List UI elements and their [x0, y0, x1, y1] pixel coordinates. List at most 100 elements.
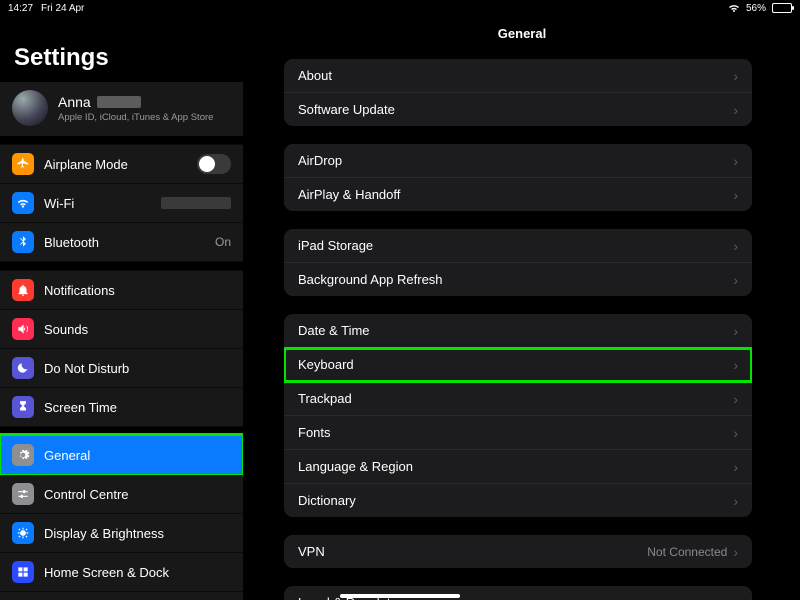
speaker-icon — [12, 318, 34, 340]
row-language[interactable]: Language & Region› — [284, 450, 752, 484]
status-date: Fri 24 Apr — [41, 3, 84, 14]
sidebar-item-label: Screen Time — [44, 400, 231, 415]
sidebar-item-dnd[interactable]: Do Not Disturb — [0, 349, 243, 388]
settings-title: Settings — [0, 16, 243, 82]
row-label: Language & Region — [298, 459, 733, 474]
row-label: Fonts — [298, 425, 733, 440]
avatar — [12, 90, 48, 126]
row-date-time[interactable]: Date & Time› — [284, 314, 752, 348]
chevron-right-icon: › — [733, 545, 738, 559]
row-ipad-storage[interactable]: iPad Storage› — [284, 229, 752, 263]
moon-icon — [12, 357, 34, 379]
row-keyboard[interactable]: Keyboard› — [284, 348, 752, 382]
chevron-right-icon: › — [733, 154, 738, 168]
sidebar-item-homescreen[interactable]: Home Screen & Dock — [0, 553, 243, 592]
row-value: Not Connected — [647, 545, 727, 559]
general-group-storage: iPad Storage› Background App Refresh› — [284, 229, 752, 296]
chevron-right-icon: › — [733, 273, 738, 287]
row-label: AirDrop — [298, 153, 733, 168]
sidebar-item-airplane[interactable]: Airplane Mode — [0, 144, 243, 184]
row-about[interactable]: About› — [284, 59, 752, 93]
row-fonts[interactable]: Fonts› — [284, 416, 752, 450]
row-label: Dictionary — [298, 493, 733, 508]
row-label: Trackpad — [298, 391, 733, 406]
bell-icon — [12, 279, 34, 301]
sidebar-item-accessibility[interactable]: Accessibility — [0, 592, 243, 600]
apple-id-row[interactable]: Anna Apple ID, iCloud, iTunes & App Stor… — [0, 82, 243, 136]
row-bg-refresh[interactable]: Background App Refresh› — [284, 263, 752, 296]
sidebar-item-label: Sounds — [44, 322, 231, 337]
airplane-icon — [12, 153, 34, 175]
profile-last-name-redacted — [97, 96, 141, 108]
general-group-air: AirDrop› AirPlay & Handoff› — [284, 144, 752, 211]
chevron-right-icon: › — [733, 188, 738, 202]
sidebar-item-bluetooth[interactable]: Bluetooth On — [0, 223, 243, 262]
row-label: Keyboard — [298, 357, 733, 372]
home-indicator[interactable] — [340, 594, 460, 598]
chevron-right-icon: › — [733, 426, 738, 440]
airplane-toggle[interactable] — [197, 154, 231, 174]
chevron-right-icon: › — [733, 494, 738, 508]
sidebar-item-label: Do Not Disturb — [44, 361, 231, 376]
row-label: Software Update — [298, 102, 733, 117]
battery-pct: 56% — [746, 3, 766, 14]
row-software-update[interactable]: Software Update› — [284, 93, 752, 126]
row-label: VPN — [298, 544, 647, 559]
chevron-right-icon: › — [733, 596, 738, 600]
wifi-status-icon — [728, 3, 740, 13]
sidebar-item-general[interactable]: General — [0, 435, 243, 475]
chevron-right-icon: › — [733, 103, 738, 117]
sidebar-item-label: Notifications — [44, 283, 231, 298]
hourglass-icon — [12, 396, 34, 418]
wifi-icon — [12, 192, 34, 214]
sidebar-group-alerts: Notifications Sounds Do Not Disturb Scre… — [0, 270, 243, 427]
sidebar-item-notifications[interactable]: Notifications — [0, 270, 243, 310]
sidebar-item-label: Control Centre — [44, 487, 231, 502]
status-time: 14:27 — [8, 3, 33, 14]
sidebar-item-display[interactable]: Display & Brightness — [0, 514, 243, 553]
row-vpn[interactable]: VPNNot Connected › — [284, 535, 752, 568]
row-label: iPad Storage — [298, 238, 733, 253]
detail-pane[interactable]: General About› Software Update› AirDrop›… — [244, 16, 800, 600]
sidebar[interactable]: Settings Anna Apple ID, iCloud, iTunes &… — [0, 16, 244, 600]
chevron-right-icon: › — [733, 358, 738, 372]
sidebar-item-label: Airplane Mode — [44, 157, 187, 172]
gear-icon — [12, 444, 34, 466]
sidebar-item-wifi[interactable]: Wi-Fi — [0, 184, 243, 223]
chevron-right-icon: › — [733, 324, 738, 338]
sidebar-item-label: Home Screen & Dock — [44, 565, 231, 580]
sidebar-item-sounds[interactable]: Sounds — [0, 310, 243, 349]
detail-title: General — [244, 16, 800, 59]
row-label: Background App Refresh — [298, 272, 733, 287]
grid-icon — [12, 561, 34, 583]
row-label: Date & Time — [298, 323, 733, 338]
row-dictionary[interactable]: Dictionary› — [284, 484, 752, 517]
profile-first-name: Anna — [58, 94, 91, 110]
battery-icon — [772, 3, 792, 13]
row-airdrop[interactable]: AirDrop› — [284, 144, 752, 178]
status-bar: 14:27 Fri 24 Apr 56% — [0, 0, 800, 16]
chevron-right-icon: › — [733, 239, 738, 253]
sidebar-item-label: General — [44, 448, 231, 463]
wifi-name-redacted — [161, 197, 231, 209]
bluetooth-value: On — [215, 235, 231, 249]
brightness-icon — [12, 522, 34, 544]
split-view: Settings Anna Apple ID, iCloud, iTunes &… — [0, 16, 800, 600]
general-group-input: Date & Time› Keyboard› Trackpad› Fonts› … — [284, 314, 752, 517]
sidebar-group-network: Airplane Mode Wi-Fi Bluetooth On — [0, 144, 243, 262]
profile-subtitle: Apple ID, iCloud, iTunes & App Store — [58, 112, 213, 123]
sidebar-item-screentime[interactable]: Screen Time — [0, 388, 243, 427]
general-group-about: About› Software Update› — [284, 59, 752, 126]
sidebar-item-label: Display & Brightness — [44, 526, 231, 541]
screen: 14:27 Fri 24 Apr 56% Settings Anna A — [0, 0, 800, 600]
sidebar-item-control-centre[interactable]: Control Centre — [0, 475, 243, 514]
chevron-right-icon: › — [733, 392, 738, 406]
sidebar-group-main: General Control Centre Display & Brightn… — [0, 435, 243, 600]
sidebar-item-label: Wi-Fi — [44, 196, 151, 211]
row-airplay[interactable]: AirPlay & Handoff› — [284, 178, 752, 211]
sidebar-item-label: Bluetooth — [44, 235, 205, 250]
chevron-right-icon: › — [733, 69, 738, 83]
row-label: About — [298, 68, 733, 83]
general-group-vpn: VPNNot Connected › — [284, 535, 752, 568]
row-trackpad[interactable]: Trackpad› — [284, 382, 752, 416]
